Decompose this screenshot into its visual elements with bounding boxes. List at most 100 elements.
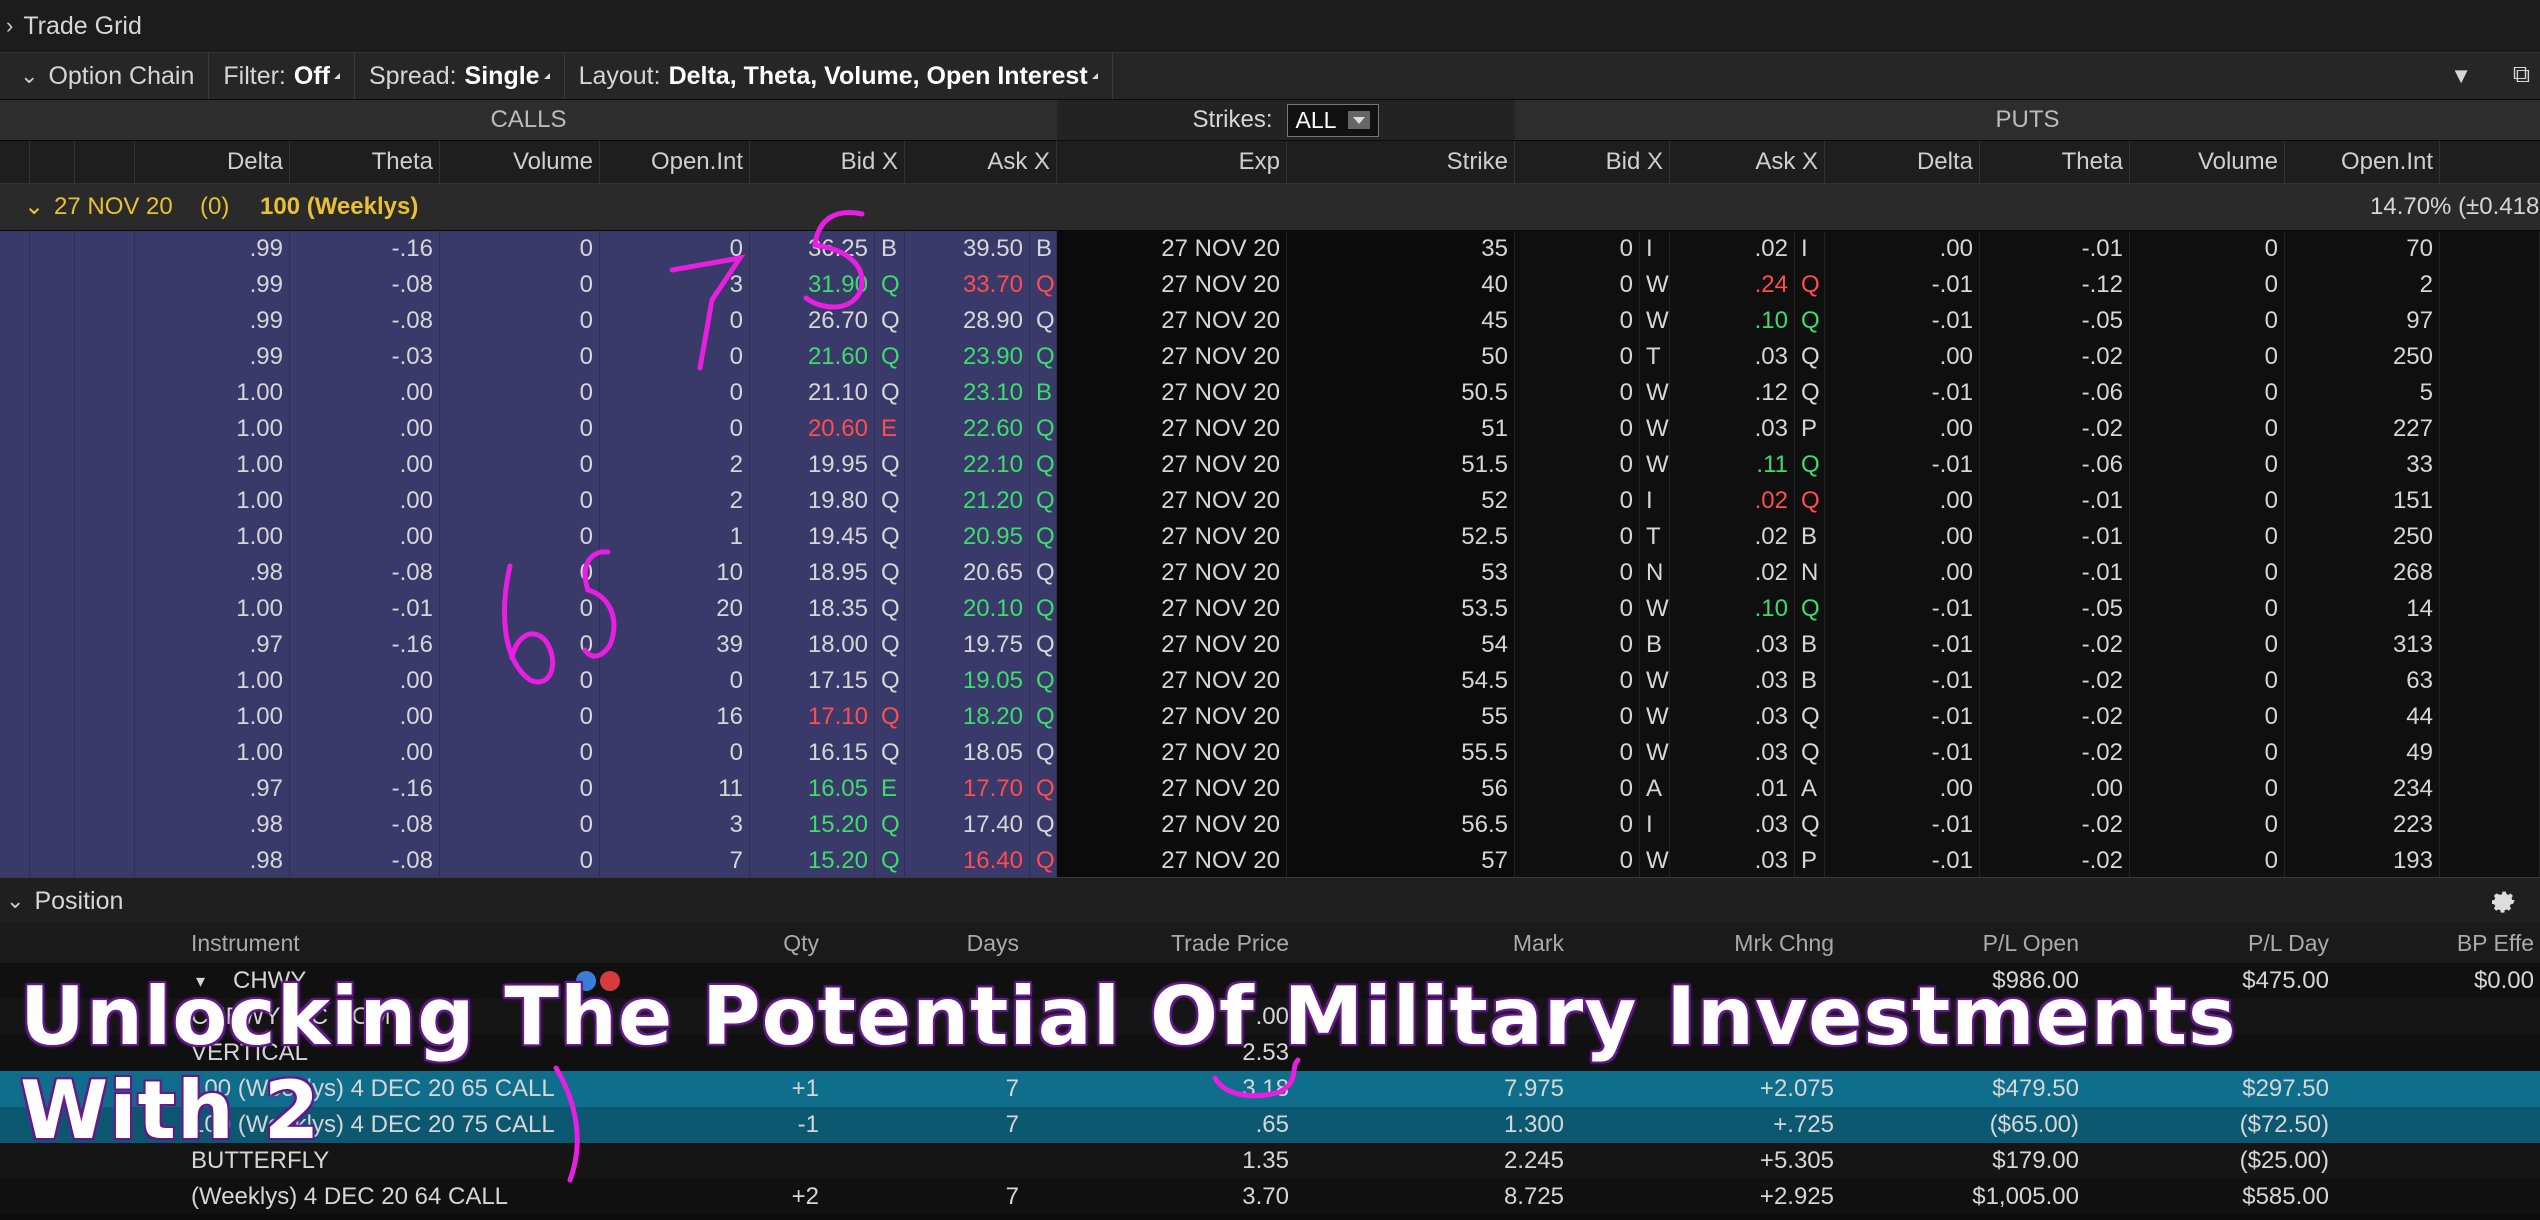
put-bid[interactable]: 0 (1515, 627, 1640, 663)
put-bid[interactable]: 0 (1515, 807, 1640, 843)
call-ask[interactable]: 20.10 (905, 591, 1030, 627)
put-ask[interactable]: .03 (1670, 735, 1795, 771)
put-ask[interactable]: .02 (1670, 231, 1795, 267)
call-bid[interactable]: 20.60 (750, 411, 875, 447)
call-ask[interactable]: 20.65 (905, 555, 1030, 591)
put-bid[interactable]: 0 (1515, 663, 1640, 699)
put-ask[interactable]: .02 (1670, 483, 1795, 519)
put-ask[interactable]: .03 (1670, 843, 1795, 879)
put-bid[interactable]: 0 (1515, 267, 1640, 303)
put-ask[interactable]: .10 (1670, 591, 1795, 627)
col-call-theta[interactable]: Theta (290, 141, 440, 183)
call-ask[interactable]: 21.20 (905, 483, 1030, 519)
put-bid[interactable]: 0 (1515, 699, 1640, 735)
call-bid[interactable]: 18.35 (750, 591, 875, 627)
call-bid[interactable]: 21.60 (750, 339, 875, 375)
col-qty[interactable]: Qty (635, 923, 825, 963)
col-bp-effect[interactable]: BP Effe (2335, 923, 2540, 963)
put-bid[interactable]: 0 (1515, 375, 1640, 411)
chain-row[interactable]: 1.00.00 0 16 17.10 Q 18.20 Q 27 NOV 20 55 0 W .03 Q -… (0, 699, 2540, 735)
col-exp[interactable]: Exp (1057, 141, 1287, 183)
call-ask[interactable]: 16.40 (905, 843, 1030, 879)
col-days[interactable]: Days (825, 923, 1025, 963)
col-put-ask[interactable]: Ask X (1670, 141, 1825, 183)
col-mark-change[interactable]: Mrk Chng (1570, 923, 1840, 963)
chain-row[interactable]: .99 -.08 0 3 31.90 Q 33.70 Q 27 NOV 20 40 0 W .24 Q -.… (0, 267, 2540, 303)
call-bid[interactable]: 16.15 (750, 735, 875, 771)
col-put-oi[interactable]: Open.Int (2285, 141, 2440, 183)
col-pl-open[interactable]: P/L Open (1840, 923, 2085, 963)
call-ask[interactable]: 28.90 (905, 303, 1030, 339)
call-ask[interactable]: 33.70 (905, 267, 1030, 303)
call-ask[interactable]: 18.05 (905, 735, 1030, 771)
col-call-ask[interactable]: Ask X (905, 141, 1057, 183)
call-ask[interactable]: 20.95 (905, 519, 1030, 555)
put-ask[interactable]: .11 (1670, 447, 1795, 483)
put-ask[interactable]: .03 (1670, 663, 1795, 699)
col-strike[interactable]: Strike (1287, 141, 1515, 183)
put-bid[interactable]: 0 (1515, 411, 1640, 447)
put-ask[interactable]: .24 (1670, 267, 1795, 303)
chain-row[interactable]: .99 -.16 0 0 36.25 B 39.50 B 27 NOV 20 35 0 I .02 I .0… (0, 231, 2540, 267)
put-ask[interactable]: .03 (1670, 339, 1795, 375)
call-ask[interactable]: 19.75 (905, 627, 1030, 663)
call-ask[interactable]: 17.70 (905, 771, 1030, 807)
put-ask[interactable]: .12 (1670, 375, 1795, 411)
chain-row[interactable]: 1.00.00 0 1 19.45 Q 20.95 Q 27 NOV 20 52.5 0 T .02 B… (0, 519, 2540, 555)
put-bid[interactable]: 0 (1515, 231, 1640, 267)
chain-row[interactable]: .98 -.08 0 7 15.20 Q 16.40 Q 27 NOV 20 57 0 W .03 P -.… (0, 843, 2540, 879)
col-call-bid[interactable]: Bid X (750, 141, 905, 183)
put-ask[interactable]: .02 (1670, 519, 1795, 555)
spread-dropdown[interactable]: Spread: Single (355, 53, 565, 99)
chain-row[interactable]: 1.00.00 0 0 16.15 Q 18.05 Q 27 NOV 20 55.5 0 W .03 Q… (0, 735, 2540, 771)
call-ask[interactable]: 23.10 (905, 375, 1030, 411)
call-bid[interactable]: 18.00 (750, 627, 875, 663)
put-bid[interactable]: 0 (1515, 447, 1640, 483)
put-bid[interactable]: 0 (1515, 339, 1640, 375)
call-bid[interactable]: 19.95 (750, 447, 875, 483)
call-bid[interactable]: 19.45 (750, 519, 875, 555)
gear-icon[interactable] (2488, 884, 2518, 914)
col-call-volume[interactable]: Volume (440, 141, 600, 183)
call-bid[interactable]: 26.70 (750, 303, 875, 339)
call-bid[interactable]: 16.05 (750, 771, 875, 807)
put-bid[interactable]: 0 (1515, 843, 1640, 879)
call-ask[interactable]: 22.60 (905, 411, 1030, 447)
col-put-theta[interactable]: Theta (1980, 141, 2130, 183)
chain-row[interactable]: 1.00.00 0 0 21.10 Q 23.10 B 27 NOV 20 50.5 0 W .12 Q… (0, 375, 2540, 411)
series-row[interactable]: ⌄ 27 NOV 20 (0) 100 (Weeklys) 14.70% (±0… (0, 184, 2540, 230)
call-bid[interactable]: 15.20 (750, 807, 875, 843)
call-bid[interactable]: 18.95 (750, 555, 875, 591)
chain-row[interactable]: .97 -.16 0 11 16.05 E 17.70 Q 27 NOV 20 56 0 A .01 A.… (0, 771, 2540, 807)
chain-row[interactable]: .98 -.08 0 3 15.20 Q 17.40 Q 27 NOV 20 56.5 0 I .03 Q… (0, 807, 2540, 843)
put-ask[interactable]: .03 (1670, 411, 1795, 447)
chain-row[interactable]: 1.00.00 0 0 20.60 E 22.60 Q 27 NOV 20 51 0 W .03 P .0… (0, 411, 2540, 447)
col-call-delta[interactable]: Delta (135, 141, 290, 183)
col-pl-day[interactable]: P/L Day (2085, 923, 2335, 963)
chain-row[interactable]: .99 -.03 0 0 21.60 Q 23.90 Q 27 NOV 20 50 0 T .03 Q .0… (0, 339, 2540, 375)
chain-row[interactable]: 1.00.00 0 2 19.80 Q 21.20 Q 27 NOV 20 52 0 I .02 Q .0… (0, 483, 2540, 519)
put-bid[interactable]: 0 (1515, 771, 1640, 807)
call-ask[interactable]: 22.10 (905, 447, 1030, 483)
put-ask[interactable]: .01 (1670, 771, 1795, 807)
chain-row[interactable]: 1.00 -.01 0 20 18.35 Q 20.10 Q 27 NOV 20 53.5 0 W .1… (0, 591, 2540, 627)
put-bid[interactable]: 0 (1515, 555, 1640, 591)
put-bid[interactable]: 0 (1515, 519, 1640, 555)
filter-dropdown[interactable]: Filter: Off (209, 53, 355, 99)
call-bid[interactable]: 21.10 (750, 375, 875, 411)
put-ask[interactable]: .03 (1670, 807, 1795, 843)
put-bid[interactable]: 0 (1515, 735, 1640, 771)
chevron-right-icon[interactable]: › (6, 13, 13, 39)
position-header[interactable]: ⌄ Position (0, 877, 2540, 924)
collapse-menu-icon[interactable]: ▼ (2450, 63, 2472, 89)
put-bid[interactable]: 0 (1515, 483, 1640, 519)
call-ask[interactable]: 39.50 (905, 231, 1030, 267)
col-instrument[interactable]: Instrument (185, 923, 635, 963)
call-ask[interactable]: 23.90 (905, 339, 1030, 375)
chain-row[interactable]: 1.00.00 0 2 19.95 Q 22.10 Q 27 NOV 20 51.5 0 W .11 Q… (0, 447, 2540, 483)
call-bid[interactable]: 17.10 (750, 699, 875, 735)
chain-row[interactable]: 1.00.00 0 0 17.15 Q 19.05 Q 27 NOV 20 54.5 0 W .03 B… (0, 663, 2540, 699)
call-bid[interactable]: 19.80 (750, 483, 875, 519)
col-mark[interactable]: Mark (1295, 923, 1570, 963)
call-ask[interactable]: 17.40 (905, 807, 1030, 843)
